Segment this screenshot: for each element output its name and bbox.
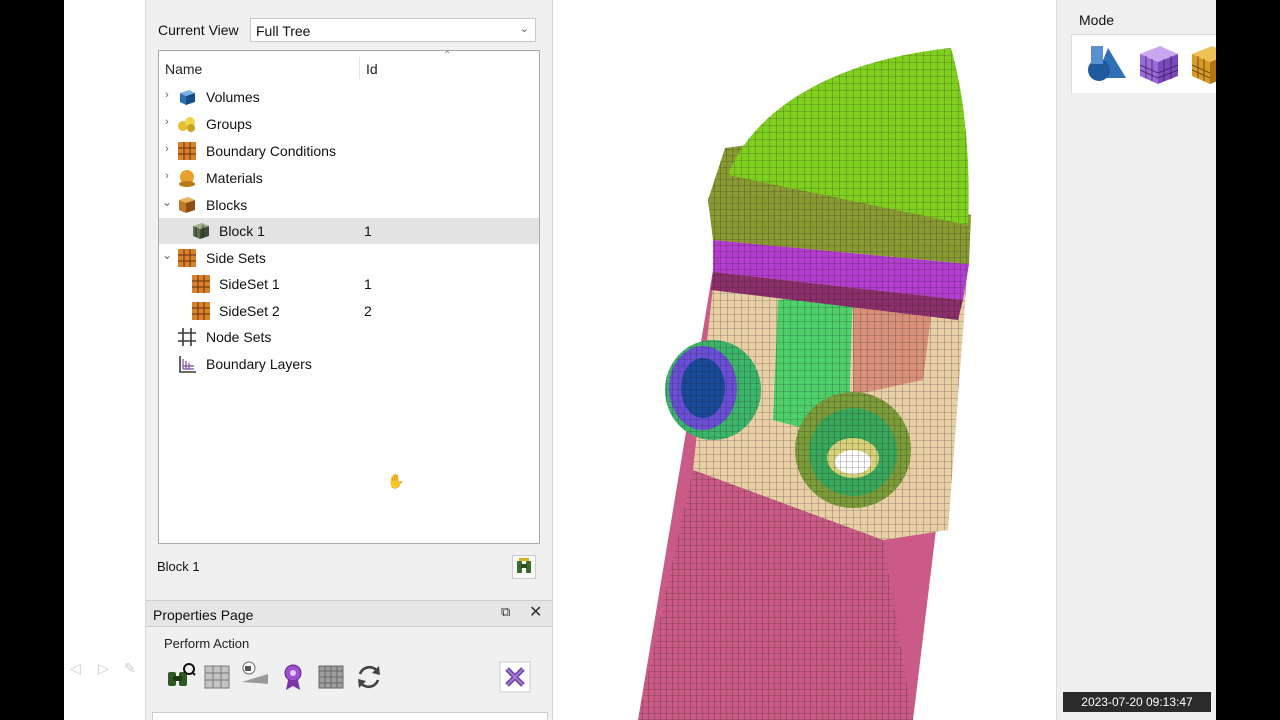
tree-item-boundary-conditions[interactable]: › Boundary Conditions	[159, 138, 539, 164]
sideset-icon	[192, 275, 210, 293]
tree-header: Name Id ⌃	[159, 50, 539, 83]
forward-icon: ▷	[98, 660, 109, 676]
graphics-viewport[interactable]	[553, 0, 1056, 720]
perform-action-label: Perform Action	[164, 636, 250, 651]
left-gutter: ◁ ▷ ✎	[64, 0, 146, 720]
tree-item-id: 2	[364, 303, 372, 319]
tree-item-label: Side Sets	[206, 250, 266, 266]
refine-mesh-icon	[318, 665, 344, 689]
expand-arrow-icon[interactable]: ›	[161, 89, 173, 101]
collapse-arrow-icon[interactable]: ⌄	[161, 248, 173, 262]
refine-action-button[interactable]	[314, 660, 348, 694]
mode-toolbar	[1071, 34, 1216, 93]
volume-cube-icon	[180, 90, 195, 105]
find-in-tree-button[interactable]	[512, 555, 536, 579]
mesh-mode-button[interactable]	[1134, 40, 1182, 88]
tree-item-label: Boundary Conditions	[206, 143, 336, 159]
expand-arrow-icon[interactable]: ›	[161, 143, 173, 155]
delete-action-button[interactable]	[498, 660, 532, 694]
boundary-layers-icon	[179, 356, 196, 373]
blocks-icon	[179, 197, 195, 213]
camera-action-button[interactable]	[238, 660, 272, 694]
mode-label: Mode	[1079, 12, 1115, 28]
boundary-conditions-icon	[178, 142, 196, 160]
tree-item-side-sets[interactable]: ⌄ Side Sets	[159, 245, 539, 271]
close-icon[interactable]: ✕	[529, 602, 542, 622]
node-sets-icon	[178, 328, 196, 346]
find-action-button[interactable]	[162, 660, 196, 694]
current-view-dropdown[interactable]: Full Tree ⌄	[250, 18, 536, 42]
back-icon: ◁	[70, 660, 81, 676]
geometry-shapes-icon	[1088, 46, 1126, 81]
mesh-cube-icon	[1139, 46, 1179, 84]
tree-item-block-1[interactable]: Block 1 1	[159, 218, 539, 244]
delete-x-icon	[499, 661, 531, 693]
column-header-id[interactable]: Id	[366, 61, 378, 77]
tree-item-sideset-1[interactable]: SideSet 1 1	[159, 271, 539, 297]
collapse-arrow-icon[interactable]: ⌄	[161, 195, 173, 209]
model-tree-panel: Current View Full Tree ⌄ Name Id ⌃ › Vol…	[146, 0, 553, 720]
tree-item-label: Groups	[206, 116, 252, 132]
binoculars-icon	[517, 558, 531, 573]
tree-item-label: Blocks	[206, 197, 248, 213]
tree-item-id: 1	[364, 276, 372, 292]
tree-item-label: SideSet 1	[219, 276, 280, 292]
sort-up-icon: ⌃	[443, 50, 452, 61]
tree-item-label: Boundary Layers	[206, 356, 312, 372]
tree-item-id: 1	[364, 223, 372, 239]
properties-header: Properties Page ⧉ ✕	[146, 600, 552, 627]
current-view-label: Current View	[158, 22, 239, 38]
model-tree[interactable]: Name Id ⌃ › Volumes › Groups › Boundary …	[158, 50, 540, 544]
groups-icon	[178, 117, 195, 132]
selected-entity-label: Block 1	[157, 559, 200, 574]
expand-arrow-icon[interactable]: ›	[161, 116, 173, 128]
tree-item-sideset-2[interactable]: SideSet 2 2	[159, 298, 539, 324]
side-sets-icon	[178, 249, 196, 267]
current-view-value: Full Tree	[256, 23, 311, 39]
timestamp-overlay: 2023-07-20 09:13:47	[1063, 692, 1211, 712]
hand-cursor-icon: ✋	[387, 473, 405, 489]
application-window: ◁ ▷ ✎ Current View Full Tree ⌄ Name Id ⌃…	[64, 0, 1216, 720]
edit-icon: ✎	[124, 660, 136, 676]
tree-item-volumes[interactable]: › Volumes	[159, 84, 539, 110]
tree-item-label: SideSet 2	[219, 303, 280, 319]
properties-title: Properties Page	[153, 607, 254, 623]
material-action-button[interactable]	[276, 660, 310, 694]
materials-icon	[179, 170, 195, 187]
column-header-name[interactable]: Name	[165, 61, 202, 77]
right-letterbox	[1216, 0, 1280, 720]
geometry-mode-button[interactable]	[1082, 40, 1130, 88]
float-panel-icon[interactable]: ⧉	[501, 604, 510, 620]
properties-page: Properties Page ⧉ ✕ Perform Action	[146, 600, 552, 720]
tree-item-node-sets[interactable]: Node Sets	[159, 324, 539, 350]
tree-item-label: Materials	[206, 170, 263, 186]
properties-content-area	[152, 712, 548, 720]
mode-panel: Mode 2023-07-20 09:13:47	[1056, 0, 1216, 720]
column-separator	[359, 57, 360, 79]
chevron-down-icon: ⌄	[519, 23, 529, 35]
tree-item-groups[interactable]: › Groups	[159, 111, 539, 137]
left-letterbox	[0, 0, 64, 720]
camera-icon	[242, 661, 268, 684]
mesh-model[interactable]	[553, 0, 1056, 720]
tree-item-label: Node Sets	[206, 329, 272, 345]
refresh-icon	[358, 665, 380, 689]
tree-item-boundary-layers[interactable]: Boundary Layers	[159, 351, 539, 377]
mesh-action-button[interactable]	[200, 660, 234, 694]
binoculars-icon	[168, 663, 196, 686]
ribbon-award-icon	[284, 664, 302, 690]
expand-arrow-icon[interactable]: ›	[161, 170, 173, 182]
blocks-mode-button[interactable]	[1186, 40, 1216, 88]
tree-item-label: Volumes	[206, 89, 260, 105]
blocks-cube-icon	[1191, 46, 1216, 84]
tree-item-blocks[interactable]: ⌄ Blocks	[159, 192, 539, 218]
tree-item-label: Block 1	[219, 223, 265, 239]
tree-item-materials[interactable]: › Materials	[159, 165, 539, 191]
mesh-grid-icon	[204, 665, 230, 689]
refresh-action-button[interactable]	[352, 660, 386, 694]
block-mesh-icon	[193, 223, 209, 239]
sideset-icon	[192, 302, 210, 320]
